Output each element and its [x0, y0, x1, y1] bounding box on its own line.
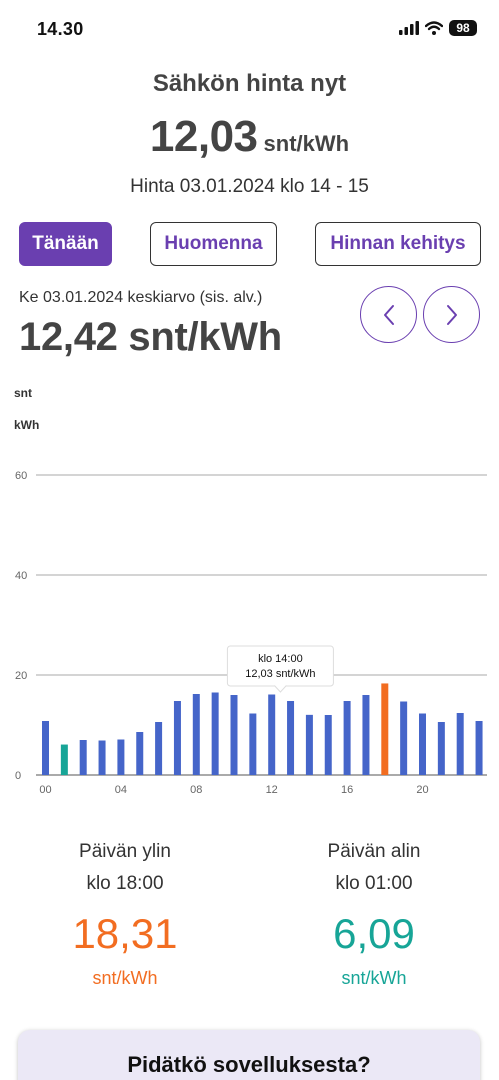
chart-bar [211, 692, 219, 775]
chart-bar [79, 740, 87, 775]
x-tick-label: 16 [341, 784, 353, 796]
chart-bar [343, 701, 351, 775]
chart-x-axis: 00 04 08 12 16 20 [39, 784, 428, 796]
chart-bar [136, 732, 144, 775]
tooltip-pointer [274, 685, 287, 693]
chart-bar [117, 739, 125, 775]
chart-bars [42, 683, 483, 775]
day-high: Päivän ylin klo 18:00 18,31 snt/kWh [25, 836, 225, 989]
y-axis-unit-top: snt [14, 386, 32, 400]
chart-bar [249, 713, 257, 775]
chart-bar [287, 701, 295, 775]
chart-bar [419, 713, 426, 775]
status-bar: 14.30 98 [0, 0, 499, 56]
next-day-button[interactable] [423, 286, 480, 343]
chart-bar [305, 714, 313, 775]
average-label: Ke 03.01.2024 keskiarvo (sis. alv.) [19, 289, 263, 306]
x-tick-label: 20 [416, 784, 428, 796]
day-low-unit: snt/kWh [341, 968, 407, 988]
chart-bar [456, 713, 464, 775]
chart-bar [381, 683, 389, 775]
chart-tooltip: klo 14:00 12,03 snt/kWh [226, 645, 334, 693]
current-price-unit: snt/kWh [263, 131, 350, 156]
day-low-label: Päivän alin [327, 841, 421, 862]
chevron-left-icon [383, 304, 394, 325]
chart-bar [155, 722, 163, 775]
battery-icon: 98 [449, 20, 477, 36]
current-price: 12,03 snt/kWh [0, 112, 499, 162]
chart-bar [362, 695, 370, 775]
price-period: Hinta 03.01.2024 klo 14 - 15 [130, 176, 369, 197]
previous-day-button[interactable] [360, 286, 417, 343]
tab-tomorrow[interactable]: Huomenna [150, 222, 277, 266]
y-tick-label: 40 [15, 570, 27, 582]
y-tick-label: 20 [15, 670, 27, 682]
chart-bar [230, 695, 238, 775]
day-high-unit: snt/kWh [92, 968, 158, 988]
tab-bar: Tänään Huomenna Hinnan kehitys [0, 222, 499, 266]
chart-bar [173, 701, 181, 775]
y-tick-label: 60 [15, 470, 27, 482]
x-tick-label: 04 [115, 784, 127, 796]
price-bar-chart: 0 20 40 60 00 04 08 12 16 20 klo 14:00 12,03 snt/… [15, 470, 487, 796]
day-low: Päivän alin klo 01:00 6,09 snt/kWh [274, 836, 474, 989]
day-low-time: klo 01:00 [335, 873, 413, 894]
day-low-value: 6,09 [333, 910, 415, 957]
day-high-time: klo 18:00 [86, 873, 164, 894]
status-time: 14.30 [37, 19, 84, 39]
wifi-icon [425, 21, 443, 35]
x-tick-label: 00 [39, 784, 51, 796]
day-high-value: 18,31 [72, 910, 178, 957]
x-tick-label: 08 [190, 784, 202, 796]
y-tick-label: 0 [15, 770, 21, 782]
tab-today[interactable]: Tänään [19, 222, 112, 266]
tooltip-line-1: klo 14:00 [258, 653, 303, 665]
chart-bar [400, 701, 408, 775]
cellular-signal-icon [399, 21, 419, 35]
chart-bar [475, 721, 483, 775]
chart-bar [60, 744, 68, 775]
feedback-card[interactable]: Pidätkö sovelluksesta? [18, 1030, 480, 1080]
chevron-right-icon [446, 304, 457, 325]
chart-bar [268, 694, 276, 775]
x-tick-label: 12 [266, 784, 278, 796]
chart-bar [192, 694, 200, 775]
chart-bar [98, 740, 106, 775]
chart-bar [42, 721, 49, 775]
feedback-card-title: Pidätkö sovelluksesta? [127, 1052, 371, 1077]
page-title: Sähkön hinta nyt [152, 70, 347, 97]
chart-bar [324, 715, 332, 775]
average-value: 12,42 snt/kWh [19, 315, 282, 359]
status-icons: 98 [399, 20, 477, 36]
tooltip-line-2: 12,03 snt/kWh [245, 668, 315, 680]
tab-price-history[interactable]: Hinnan kehitys [315, 222, 481, 266]
tooltip-box [226, 645, 334, 687]
chart-bar [437, 722, 445, 775]
y-axis-unit-bottom: kWh [14, 418, 40, 432]
day-high-label: Päivän ylin [79, 841, 171, 862]
current-price-value: 12,03 [149, 112, 258, 161]
